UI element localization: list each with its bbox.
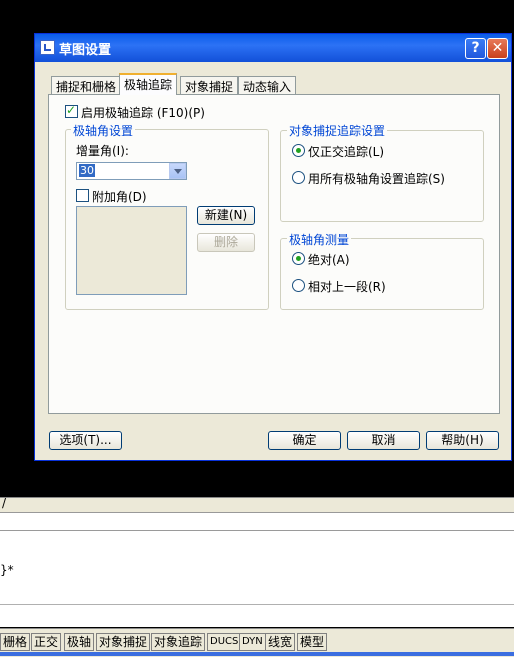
ortho-only-label[interactable]: 仅正交追踪(L) — [308, 143, 384, 160]
relative-last-segment-label[interactable]: 相对上一段(R) — [308, 278, 386, 295]
polar-measurement-title: 极轴角测量 — [287, 231, 352, 248]
command-divider — [0, 530, 514, 531]
tab-object-snap[interactable]: 对象捕捉 — [180, 76, 239, 94]
new-angle-button[interactable]: 新建(N) — [197, 206, 255, 225]
enable-polar-label[interactable]: 启用极轴追踪 (F10)(P) — [81, 104, 205, 121]
increment-angle-label: 增量角(I): — [76, 144, 129, 158]
osnap-toggle[interactable]: 对象捕捉 — [96, 633, 151, 651]
all-polar-angles-label[interactable]: 用所有极轴角设置追踪(S) — [308, 170, 445, 187]
increment-angle-value: 30 — [79, 164, 95, 177]
taskbar-edge — [0, 652, 514, 656]
close-icon[interactable]: ✕ — [487, 38, 508, 59]
additional-angles-label[interactable]: 附加角(D) — [92, 188, 147, 205]
dialog-title: 草图设置 — [59, 43, 112, 58]
absolute-radio[interactable] — [292, 252, 305, 265]
grid-toggle[interactable]: 栅格 — [0, 633, 31, 651]
additional-angles-checkbox[interactable] — [76, 189, 89, 202]
options-button[interactable]: 选项(T)... — [49, 431, 122, 450]
absolute-label[interactable]: 绝对(A) — [308, 251, 350, 268]
strip-text: / — [2, 496, 7, 510]
drafting-settings-dialog: 草图设置 ? ✕ 捕捉和栅格 极轴追踪 对象捕捉 动态输入 启用极轴追踪 (F1… — [34, 33, 512, 461]
layout-tab-strip: / — [0, 496, 514, 512]
relative-last-segment-radio[interactable] — [292, 279, 305, 292]
lineweight-toggle[interactable]: 线宽 — [265, 633, 296, 651]
enable-polar-checkbox[interactable] — [65, 103, 78, 118]
ortho-toggle[interactable]: 正交 — [31, 633, 62, 651]
ortho-only-radio[interactable] — [292, 144, 305, 157]
chevron-down-icon[interactable] — [169, 163, 186, 179]
cancel-button[interactable]: 取消 — [347, 431, 420, 450]
dyn-toggle[interactable]: DYN — [239, 633, 266, 651]
tab-polar-tracking[interactable]: 极轴追踪 — [119, 73, 178, 95]
increment-angle-select[interactable]: 30 — [76, 162, 187, 180]
additional-angles-list[interactable] — [76, 206, 187, 295]
ok-button[interactable]: 确定 — [268, 431, 341, 450]
polar-measurement-group — [280, 238, 484, 310]
command-divider — [0, 604, 514, 605]
tab-snap-grid[interactable]: 捕捉和栅格 — [51, 76, 122, 94]
ducs-toggle[interactable]: DUCS — [207, 633, 242, 651]
command-history-text: }* — [0, 563, 14, 577]
help-button[interactable]: 帮助(H) — [426, 431, 499, 450]
delete-angle-button[interactable]: 删除 — [197, 233, 255, 252]
osnap-tracking-title: 对象捕捉追踪设置 — [287, 122, 388, 139]
all-polar-angles-radio[interactable] — [292, 171, 305, 184]
tab-dynamic-input[interactable]: 动态输入 — [238, 76, 297, 94]
polar-toggle[interactable]: 极轴 — [64, 633, 95, 651]
title-bar[interactable]: 草图设置 ? ✕ — [35, 34, 511, 62]
drafting-settings-icon — [40, 40, 55, 55]
otrack-toggle[interactable]: 对象追踪 — [151, 633, 206, 651]
model-toggle[interactable]: 模型 — [297, 633, 328, 651]
question-icon[interactable]: ? — [465, 38, 486, 59]
polar-angle-settings-title: 极轴角设置 — [71, 122, 136, 139]
